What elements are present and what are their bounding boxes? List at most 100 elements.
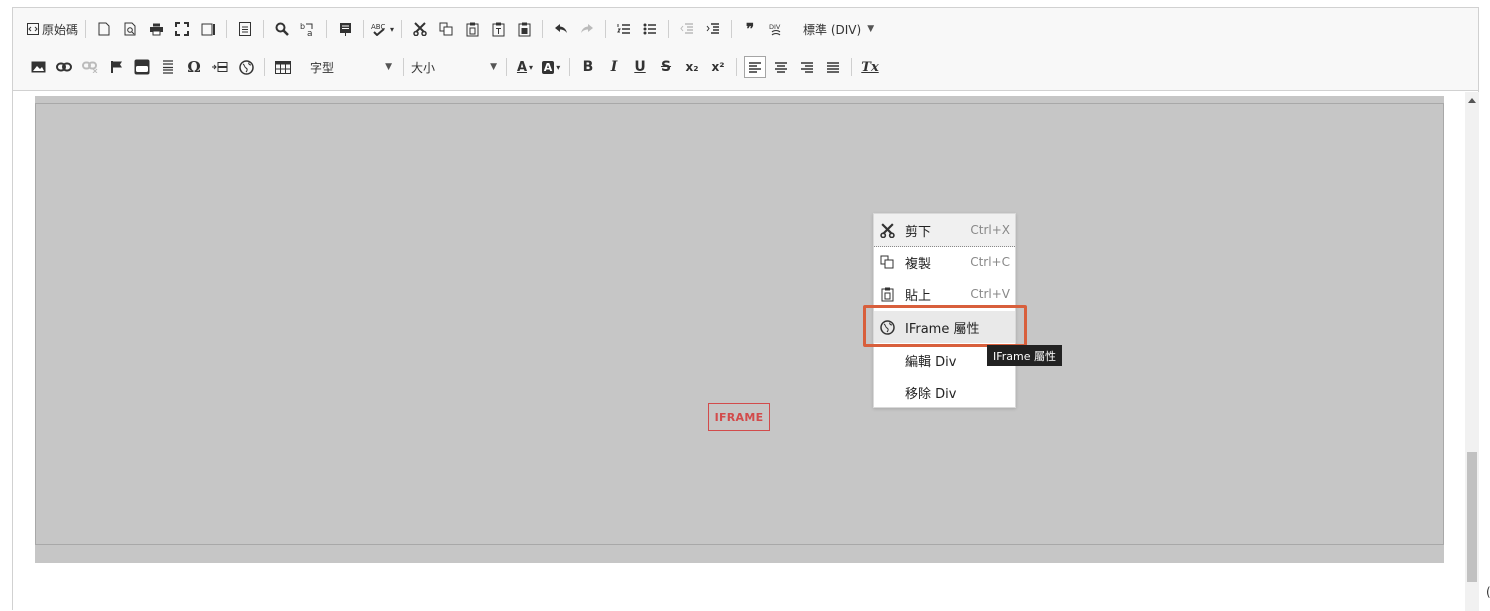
toolbar-row-1: 原始碼 ba ABC ▾ ❞ DIV 標準 (DIV) ▼ <box>25 16 876 42</box>
copy-button[interactable] <box>435 18 457 40</box>
cut-button[interactable] <box>409 18 431 40</box>
menu-item-shortcut: Ctrl+X <box>970 223 1010 237</box>
select-all-icon <box>339 22 351 36</box>
iframe-placeholder[interactable]: IFRAME <box>708 403 770 431</box>
print-button[interactable] <box>145 18 167 40</box>
menu-item-label: 編輯 Div <box>905 354 957 370</box>
create-div-button[interactable]: DIV <box>765 18 787 40</box>
remove-format-button[interactable]: Tx <box>859 56 881 78</box>
link-button[interactable] <box>53 56 75 78</box>
paste-word-icon <box>518 22 531 36</box>
menu-item-label: 貼上 <box>905 288 932 304</box>
anchor-button[interactable] <box>105 56 127 78</box>
scroll-up-arrow-icon[interactable] <box>1468 98 1476 103</box>
subscript-button[interactable]: x₂ <box>681 56 703 78</box>
vertical-scrollbar[interactable] <box>1465 92 1479 611</box>
format-select[interactable]: 標準 (DIV) ▼ <box>803 18 874 40</box>
menu-item-cut[interactable]: 剪下 Ctrl+X <box>874 214 1015 247</box>
underline-button[interactable]: U <box>629 56 651 78</box>
separator <box>403 58 404 76</box>
div-inner-border <box>35 103 1444 545</box>
templates-button[interactable] <box>234 18 256 40</box>
link-icon <box>56 62 72 72</box>
editor-toolbar: 原始碼 ba ABC ▾ ❞ DIV 標準 (DIV) ▼ Ω 字型 ▼ 大小 … <box>13 8 1478 91</box>
iframe-button[interactable] <box>235 56 257 78</box>
chevron-down-icon: ▾ <box>390 24 395 34</box>
horizontal-rule-button[interactable] <box>157 56 179 78</box>
align-right-icon <box>801 61 813 73</box>
source-label: 原始碼 <box>42 22 79 37</box>
show-blocks-button[interactable] <box>197 18 219 40</box>
align-right-button[interactable] <box>796 56 818 78</box>
menu-item-label: 剪下 <box>905 224 932 240</box>
italic-button[interactable]: I <box>603 56 625 78</box>
preview-button[interactable] <box>119 18 141 40</box>
bulleted-list-icon <box>643 23 657 35</box>
bold-button[interactable]: B <box>577 56 599 78</box>
strikethrough-button[interactable]: S <box>655 56 677 78</box>
special-char-button[interactable]: Ω <box>183 56 205 78</box>
scissors-icon <box>413 22 427 36</box>
chevron-down-icon: ▼ <box>385 62 392 72</box>
svg-text:DIV: DIV <box>769 23 781 31</box>
youtube-icon <box>134 59 150 75</box>
align-left-button[interactable] <box>744 56 766 78</box>
redo-button[interactable] <box>576 18 598 40</box>
separator <box>851 58 852 76</box>
tooltip: IFrame 屬性 <box>987 345 1063 366</box>
blockquote-button[interactable]: ❞ <box>739 18 761 40</box>
paste-text-button[interactable] <box>487 18 509 40</box>
chevron-down-icon: ▼ <box>867 24 875 34</box>
separator <box>506 58 507 76</box>
separator <box>226 20 228 38</box>
replace-button[interactable]: ba <box>297 18 319 40</box>
spell-check-button[interactable]: ABC ▾ <box>371 18 394 40</box>
templates-icon <box>239 22 252 36</box>
div-container[interactable] <box>35 96 1444 563</box>
menu-item-remove-div[interactable]: 移除 Div <box>874 376 1015 408</box>
source-icon <box>27 23 39 35</box>
unlink-button[interactable] <box>79 56 101 78</box>
numbered-list-button[interactable] <box>613 18 635 40</box>
page-break-button[interactable] <box>209 56 231 78</box>
copy-icon <box>879 254 895 270</box>
separator <box>263 20 265 38</box>
chevron-down-icon: ▼ <box>490 62 497 72</box>
indent-button[interactable] <box>702 18 724 40</box>
paste-button[interactable] <box>461 18 483 40</box>
scrollbar-thumb[interactable] <box>1467 452 1477 582</box>
image-button[interactable] <box>27 56 49 78</box>
page-break-icon <box>212 62 228 72</box>
align-left-icon <box>749 61 761 73</box>
svg-text:b: b <box>300 22 305 31</box>
select-all-button[interactable] <box>334 18 356 40</box>
table-button[interactable] <box>272 56 294 78</box>
maximize-button[interactable] <box>171 18 193 40</box>
paste-word-button[interactable] <box>513 18 535 40</box>
div-icon: DIV <box>769 23 781 36</box>
align-center-button[interactable] <box>770 56 792 78</box>
menu-item-shortcut: Ctrl+C <box>970 255 1010 269</box>
paste-text-icon <box>492 22 505 36</box>
source-button[interactable]: 原始碼 <box>27 18 78 40</box>
image-icon <box>31 61 45 73</box>
youtube-button[interactable] <box>131 56 153 78</box>
menu-item-copy[interactable]: 複製 Ctrl+C <box>874 246 1015 278</box>
spell-check-icon: ABC <box>371 23 385 36</box>
bg-color-button[interactable]: A ▾ <box>540 56 562 78</box>
separator <box>569 58 570 76</box>
bulleted-list-button[interactable] <box>639 18 661 40</box>
justify-button[interactable] <box>822 56 844 78</box>
editor-content[interactable]: IFRAME <box>13 92 1463 611</box>
outdent-button[interactable] <box>676 18 698 40</box>
search-icon <box>275 22 289 36</box>
undo-button[interactable] <box>550 18 572 40</box>
toolbar-row-2: Ω 字型 ▼ 大小 ▼ A ▾ A ▾ B I U S x₂ x² Tx <box>25 54 883 80</box>
new-page-button[interactable] <box>93 18 115 40</box>
text-color-button[interactable]: A ▾ <box>514 56 536 78</box>
font-select[interactable]: 字型 ▼ <box>310 56 396 78</box>
superscript-button[interactable]: x² <box>707 56 729 78</box>
find-button[interactable] <box>271 18 293 40</box>
size-select[interactable]: 大小 ▼ <box>411 56 499 78</box>
separator <box>736 58 737 76</box>
